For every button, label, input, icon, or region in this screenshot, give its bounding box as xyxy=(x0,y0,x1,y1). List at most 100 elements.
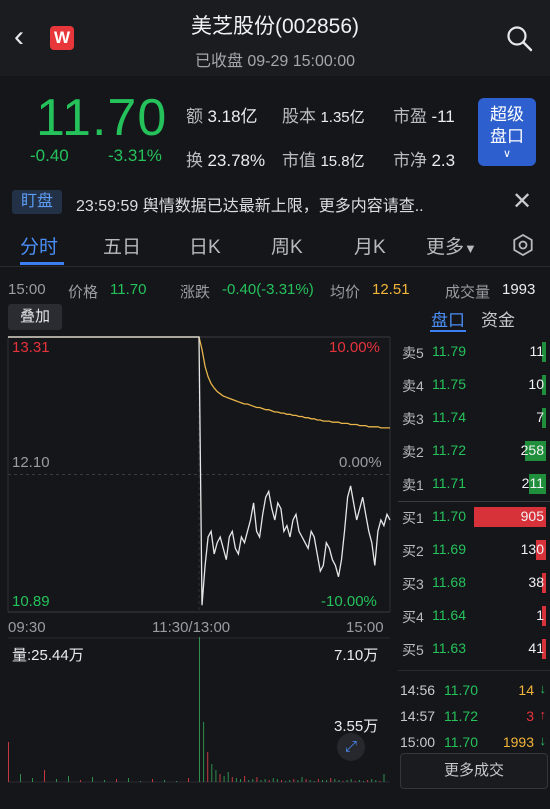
x-axis-mid: 11:30/13:00 xyxy=(152,619,231,636)
book-price: 11.69 xyxy=(432,541,466,557)
volume-bar xyxy=(342,781,344,782)
arrow-down-icon: ↓ xyxy=(539,681,547,696)
search-icon[interactable] xyxy=(506,25,534,53)
tab-fund-flow[interactable]: 资金 xyxy=(481,306,515,331)
volume-bar xyxy=(80,780,81,782)
arrow-down-icon: ↓ xyxy=(539,733,547,748)
book-volume: 1 xyxy=(536,607,544,623)
volume-bar xyxy=(116,779,117,782)
expand-icon[interactable]: ⤢ xyxy=(337,733,365,761)
info-time: 15:00 xyxy=(8,281,46,298)
trade-price: 11.70 xyxy=(444,682,478,698)
book-volume: 211 xyxy=(521,475,544,491)
more-trades-button[interactable]: 更多成交 xyxy=(400,753,548,789)
volume-bar xyxy=(199,637,200,782)
super-button-line2: 盘口 xyxy=(490,127,524,146)
info-change-label: 涨跌 xyxy=(180,284,211,301)
stat-pb-ratio: 市净 2.3 xyxy=(393,146,455,171)
book-level-label: 买2 xyxy=(402,543,424,559)
volume-bar xyxy=(301,777,303,782)
trade-row: 14:56 11.70 14 ↓ xyxy=(398,680,548,702)
info-price-value: 11.70 xyxy=(110,281,147,298)
info-volume-value: 1993 xyxy=(502,281,536,298)
tab-intraday[interactable]: 分时 xyxy=(20,232,58,259)
volume-bar xyxy=(44,770,45,782)
tab-more[interactable]: 更多▼ xyxy=(426,232,477,259)
tab-weekly-k[interactable]: 周K xyxy=(271,232,303,259)
book-volume: 7 xyxy=(536,409,544,425)
tab-orderbook[interactable]: 盘口 xyxy=(431,306,465,331)
ask-row[interactable]: 卖4 11.75 10 xyxy=(398,374,550,396)
info-volume-label: 成交量 xyxy=(445,284,491,301)
chevron-down-icon: ∨ xyxy=(502,148,512,160)
stat-market-cap: 市值 15.8亿 xyxy=(282,146,365,171)
volume-bar xyxy=(248,780,250,782)
stat-label: 市盈 xyxy=(393,107,427,126)
volume-bar xyxy=(281,780,282,782)
book-volume: 38 xyxy=(528,574,544,590)
trade-row: 15:00 11.70 1993 ↓ xyxy=(398,732,548,754)
bid-row[interactable]: 买2 11.69 130 xyxy=(398,539,550,561)
volume-bar xyxy=(68,776,69,782)
stat-pe-ratio: 市盈 -11 xyxy=(393,102,455,127)
volume-bar xyxy=(289,780,291,782)
book-price: 11.68 xyxy=(432,574,466,590)
news-ticker-text[interactable]: 23:59:59 舆情数据已达最新上限，更多内容请查.. xyxy=(76,192,424,216)
tab-daily-k[interactable]: 日K xyxy=(189,232,221,259)
book-volume: 258 xyxy=(520,442,544,458)
volume-bar xyxy=(330,778,332,782)
book-level-label: 卖3 xyxy=(402,411,424,427)
bid-row[interactable]: 买4 11.64 1 xyxy=(398,605,550,627)
volume-bar xyxy=(322,780,323,782)
volume-bar xyxy=(350,779,352,782)
volume-bar xyxy=(223,776,225,782)
volume-bar xyxy=(20,774,21,782)
stat-value: 1.35亿 xyxy=(320,109,365,126)
tab-five-day[interactable]: 五日 xyxy=(103,232,141,259)
ask-row[interactable]: 卖1 11.71 211 xyxy=(398,473,550,495)
book-level-label: 买4 xyxy=(402,609,424,625)
bid-row[interactable]: 买5 11.63 41 xyxy=(398,638,550,660)
volume-bar xyxy=(272,778,274,782)
volume-bar xyxy=(252,779,254,782)
volume-bar xyxy=(309,780,311,782)
top-nav-bar: ‹ W 美芝股份(002856) 已收盘 09-29 15:00:00 xyxy=(0,0,550,76)
book-volume: 11 xyxy=(529,343,544,359)
close-icon[interactable]: ✕ xyxy=(512,187,532,216)
book-price: 11.71 xyxy=(432,475,466,491)
book-level-label: 买5 xyxy=(402,642,424,658)
super-button-line1: 超级 xyxy=(490,105,524,124)
ask-row[interactable]: 卖2 11.72 258 xyxy=(398,440,550,462)
ask-row[interactable]: 卖5 11.79 11 xyxy=(398,341,550,363)
y-axis-bottom-price: 10.89 xyxy=(12,593,50,610)
volume-bar xyxy=(379,781,381,782)
volume-bar xyxy=(334,779,336,782)
volume-bar xyxy=(305,779,307,782)
caret-down-icon: ▼ xyxy=(464,241,477,256)
trade-volume: 1993 xyxy=(502,734,534,750)
volume-bar xyxy=(235,778,237,782)
volume-bar xyxy=(313,781,315,782)
volume-bar xyxy=(227,772,229,782)
volume-bar xyxy=(264,779,266,782)
volume-bar xyxy=(338,780,340,782)
trade-time: 14:56 xyxy=(400,682,436,698)
ask-row[interactable]: 卖3 11.74 7 xyxy=(398,407,550,429)
volume-bar xyxy=(354,781,356,782)
info-change-value: -0.40(-3.31%) xyxy=(222,281,314,298)
stat-turnover-amount: 额 3.18亿 xyxy=(186,102,258,127)
trade-price: 11.70 xyxy=(444,734,478,750)
y-axis-top-pct: 10.00% xyxy=(329,339,380,356)
trades-divider xyxy=(398,670,550,671)
bid-row[interactable]: 买1 11.70 905 xyxy=(398,506,550,528)
tab-monthly-k[interactable]: 月K xyxy=(354,232,386,259)
bid-row[interactable]: 买3 11.68 38 xyxy=(398,572,550,594)
volume-bar xyxy=(219,774,221,782)
super-orderbook-button[interactable]: 超级 盘口 ∨ xyxy=(478,98,536,166)
volume-bar xyxy=(363,781,364,782)
stat-turnover-rate: 换 23.78% xyxy=(186,146,265,171)
book-price: 11.75 xyxy=(432,376,466,392)
stat-label: 股本 xyxy=(282,107,316,126)
settings-icon[interactable] xyxy=(512,234,534,256)
book-price: 11.70 xyxy=(432,508,466,524)
